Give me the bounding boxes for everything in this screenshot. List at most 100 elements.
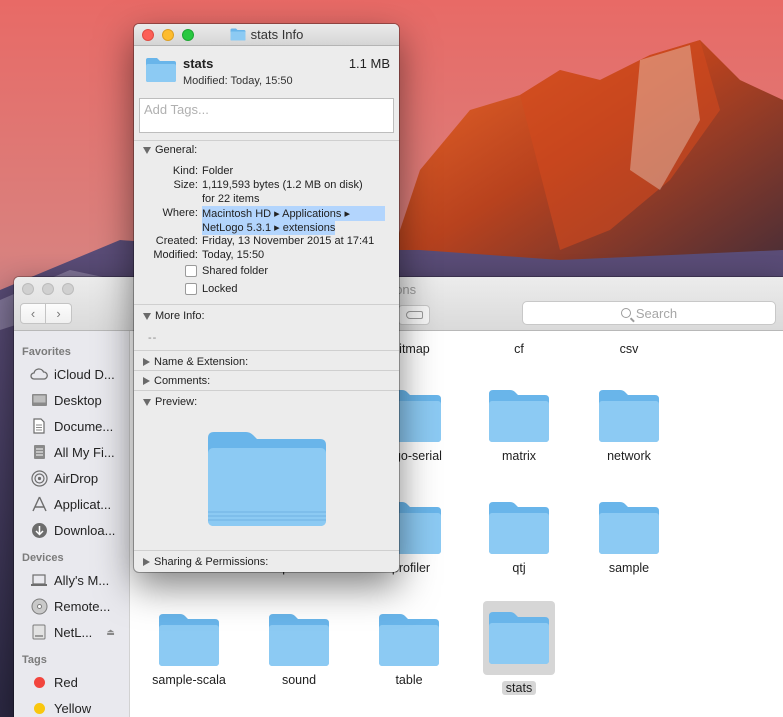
file-label-cf[interactable]: cf bbox=[464, 342, 574, 356]
sidebar-item-label: Desktop bbox=[54, 392, 102, 408]
sidebar-item-applications[interactable]: Applicat... bbox=[14, 491, 129, 517]
sidebar-item-computer[interactable]: Ally's M... bbox=[14, 567, 129, 593]
sidebar-item-label: Yellow bbox=[54, 700, 92, 716]
sidebar-item-label: All My Fi... bbox=[54, 444, 115, 460]
disk-icon bbox=[30, 624, 48, 640]
section-preview-toggle[interactable]: Preview: bbox=[143, 396, 197, 408]
divider bbox=[134, 390, 399, 391]
sidebar-item-airdrop[interactable]: AirDrop bbox=[14, 465, 129, 491]
sidebar-item-documents[interactable]: Docume... bbox=[14, 413, 129, 439]
folder-stats-selected[interactable]: stats bbox=[464, 601, 574, 695]
section-more-info-toggle[interactable]: More Info: bbox=[143, 310, 205, 322]
sidebar-item-netlogo-disk[interactable]: NetL... ⏏ bbox=[14, 619, 129, 645]
divider bbox=[134, 550, 399, 551]
folder-label: sample-scala bbox=[152, 673, 226, 687]
locked-checkbox[interactable]: Locked bbox=[185, 283, 237, 295]
disclosure-closed-icon bbox=[143, 358, 150, 366]
folder-label: sample bbox=[608, 561, 650, 575]
folder-icon bbox=[268, 613, 330, 667]
file-label-csv[interactable]: csv bbox=[574, 342, 684, 356]
sidebar-item-icloud[interactable]: iCloud D... bbox=[14, 361, 129, 387]
divider bbox=[134, 370, 399, 371]
finder-window-controls bbox=[22, 283, 74, 295]
desktop-icon bbox=[30, 392, 48, 408]
size-items: for 22 items bbox=[202, 193, 260, 205]
item-name: stats bbox=[183, 56, 214, 71]
where-label: Where: bbox=[162, 207, 198, 219]
section-name-extension-toggle[interactable]: Name & Extension: bbox=[143, 356, 248, 368]
sidebar-item-remote-disc[interactable]: Remote... bbox=[14, 593, 129, 619]
sidebar-item-label: Red bbox=[54, 674, 78, 690]
sidebar-item-label: iCloud D... bbox=[54, 366, 115, 382]
search-field[interactable]: Search bbox=[522, 301, 776, 325]
folder-matrix[interactable]: matrix bbox=[464, 389, 574, 463]
folder-sample[interactable]: sample bbox=[574, 501, 684, 575]
airdrop-icon bbox=[30, 469, 48, 487]
forward-button[interactable]: › bbox=[46, 303, 72, 324]
tags-input[interactable]: Add Tags... bbox=[139, 98, 394, 133]
sidebar-item-downloads[interactable]: Downloa... bbox=[14, 517, 129, 543]
zoom-button[interactable] bbox=[62, 283, 74, 295]
disc-icon bbox=[30, 598, 48, 614]
folder-table[interactable]: table bbox=[354, 613, 464, 687]
divider bbox=[134, 350, 399, 351]
checkbox-label: Shared folder bbox=[202, 265, 269, 277]
where-path-line2[interactable]: NetLogo 5.3.1 ▸ extensions bbox=[202, 220, 336, 235]
close-button[interactable] bbox=[22, 283, 34, 295]
section-sharing-permissions-toggle[interactable]: Sharing & Permissions: bbox=[143, 556, 268, 568]
eject-icon[interactable]: ⏏ bbox=[106, 627, 115, 638]
folder-sample-scala[interactable]: sample-scala bbox=[134, 613, 244, 687]
back-button[interactable]: ‹ bbox=[20, 303, 46, 324]
folder-icon bbox=[598, 389, 660, 443]
sidebar-item-tag-red[interactable]: Red bbox=[14, 669, 129, 695]
section-title: Preview: bbox=[155, 396, 198, 408]
laptop-icon bbox=[30, 572, 48, 588]
folder-label: matrix bbox=[501, 449, 537, 463]
chevron-right-icon: › bbox=[56, 306, 61, 321]
tag-button[interactable] bbox=[398, 305, 430, 325]
info-window: stats Info stats Modified: Today, 15:50 … bbox=[134, 24, 399, 572]
created-label: Created: bbox=[155, 235, 198, 247]
section-title: General: bbox=[155, 144, 198, 156]
sidebar-header-tags: Tags bbox=[22, 654, 47, 666]
item-modified: Modified: Today, 15:50 bbox=[183, 75, 293, 87]
disclosure-closed-icon bbox=[143, 558, 150, 566]
selection-highlight bbox=[483, 601, 555, 675]
modified-label: Modified: bbox=[153, 249, 198, 261]
checkbox-label: Locked bbox=[202, 283, 238, 295]
disclosure-open-icon bbox=[143, 312, 151, 320]
sidebar-item-label: AirDrop bbox=[54, 470, 99, 486]
all-files-icon bbox=[30, 444, 48, 460]
created-value: Friday, 13 November 2015 at 17:41 bbox=[202, 235, 375, 247]
disclosure-closed-icon bbox=[143, 377, 150, 385]
sidebar-item-label: Downloa... bbox=[54, 522, 116, 538]
section-comments-toggle[interactable]: Comments: bbox=[143, 375, 210, 387]
kind-label: Kind: bbox=[172, 165, 198, 177]
sidebar-item-tag-yellow[interactable]: Yellow bbox=[14, 695, 129, 717]
shared-folder-checkbox[interactable]: Shared folder bbox=[185, 265, 268, 277]
folder-qtj[interactable]: qtj bbox=[464, 501, 574, 575]
sidebar-item-label: Applicat... bbox=[54, 496, 112, 512]
where-path-line1[interactable]: Macintosh HD ▸ Applications ▸ bbox=[202, 206, 385, 221]
disclosure-open-icon bbox=[143, 146, 151, 154]
section-general-toggle[interactable]: General: bbox=[143, 144, 197, 156]
folder-icon bbox=[488, 611, 550, 665]
size-label: Size: bbox=[173, 179, 198, 191]
sidebar-item-label: Ally's M... bbox=[54, 572, 110, 588]
chevron-left-icon: ‹ bbox=[30, 306, 36, 321]
folder-icon bbox=[488, 389, 550, 443]
finder-sidebar: Favorites iCloud D... Desktop Docume... … bbox=[14, 331, 130, 717]
folder-network[interactable]: network bbox=[574, 389, 684, 463]
cloud-icon bbox=[30, 366, 48, 382]
sidebar-item-desktop[interactable]: Desktop bbox=[14, 387, 129, 413]
info-header: stats Modified: Today, 15:50 1.1 MB bbox=[134, 47, 399, 98]
folder-icon bbox=[158, 613, 220, 667]
sidebar-item-all-my-files[interactable]: All My Fi... bbox=[14, 439, 129, 465]
folder-label: stats bbox=[464, 681, 574, 695]
sidebar-item-label: Docume... bbox=[54, 418, 114, 434]
section-title: More Info: bbox=[155, 310, 205, 322]
preview-folder-icon bbox=[206, 430, 328, 531]
folder-sound[interactable]: sound bbox=[244, 613, 354, 687]
search-icon bbox=[620, 308, 631, 318]
minimize-button[interactable] bbox=[42, 283, 54, 295]
